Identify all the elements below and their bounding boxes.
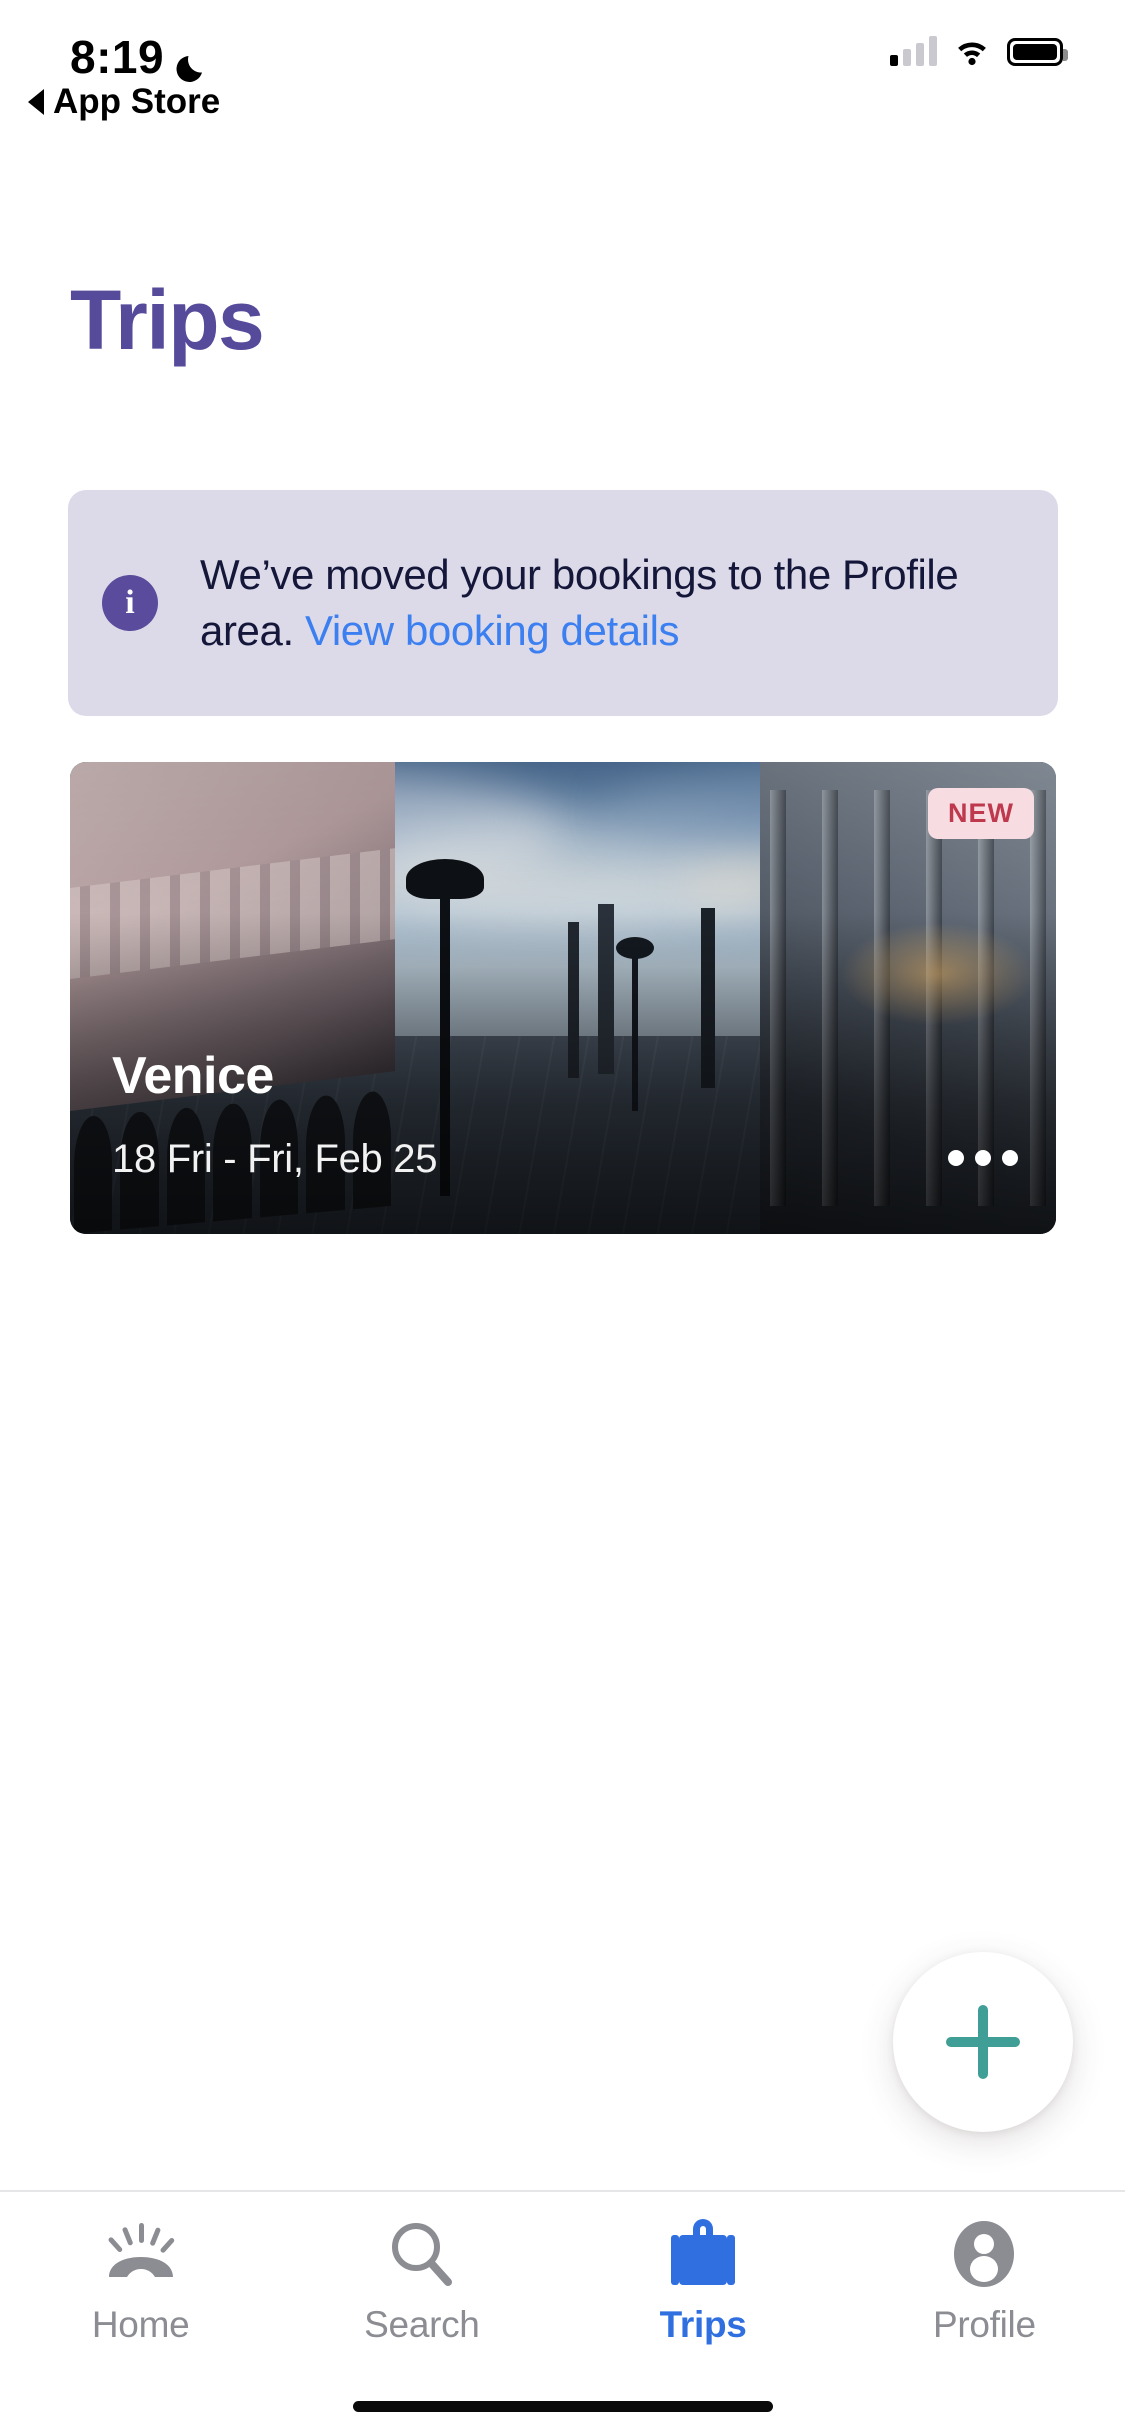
plus-icon: [946, 2005, 1020, 2079]
trip-dates: 18 Fri - Fri, Feb 25: [112, 1137, 438, 1181]
more-options-icon[interactable]: [948, 1150, 1018, 1166]
info-icon-glyph: i: [125, 584, 135, 621]
wifi-icon: [953, 36, 991, 66]
status-badge: NEW: [928, 788, 1034, 839]
page-title: Trips: [70, 273, 265, 367]
trip-card[interactable]: NEW Venice 18 Fri - Fri, Feb 25: [70, 762, 1056, 1234]
tab-profile-label: Profile: [932, 2304, 1036, 2345]
tab-search[interactable]: Search: [281, 2218, 562, 2346]
crescent-moon-icon: [176, 42, 210, 82]
tab-home-label: Home: [91, 2304, 190, 2345]
search-icon: [388, 2218, 456, 2290]
battery-icon: [1007, 38, 1068, 66]
back-to-app-store-link[interactable]: App Store: [28, 82, 220, 122]
info-banner-text: We’ve moved your bookings to the Profile…: [200, 547, 1024, 659]
trip-destination: Venice: [112, 1047, 274, 1105]
home-indicator: [352, 2401, 773, 2412]
view-booking-details-link[interactable]: View booking details: [305, 607, 680, 654]
suitcase-icon: [671, 2218, 736, 2290]
bottom-tab-bar: Home Search Trips Profile: [0, 2190, 1125, 2436]
add-trip-button[interactable]: [893, 1952, 1073, 2132]
sunrise-icon: [105, 2218, 177, 2290]
status-bar-time: 8:19: [70, 31, 165, 83]
cellular-signal-icon: [890, 36, 937, 66]
info-icon: i: [102, 575, 158, 631]
tab-home[interactable]: Home: [0, 2218, 281, 2346]
tab-trips[interactable]: Trips: [563, 2218, 844, 2346]
tab-trips-label: Trips: [659, 2304, 747, 2345]
status-bar-time-group: 8:19: [70, 30, 210, 84]
tab-profile[interactable]: Profile: [844, 2218, 1125, 2346]
back-arrow-icon: [28, 89, 44, 115]
tab-search-label: Search: [364, 2304, 480, 2345]
back-link-label: App Store: [53, 82, 221, 121]
person-icon: [952, 2218, 1016, 2290]
status-bar-indicators: [890, 36, 1068, 66]
status-bar: 8:19 App Store: [0, 0, 1125, 132]
info-banner[interactable]: i We’ve moved your bookings to the Profi…: [68, 490, 1058, 716]
